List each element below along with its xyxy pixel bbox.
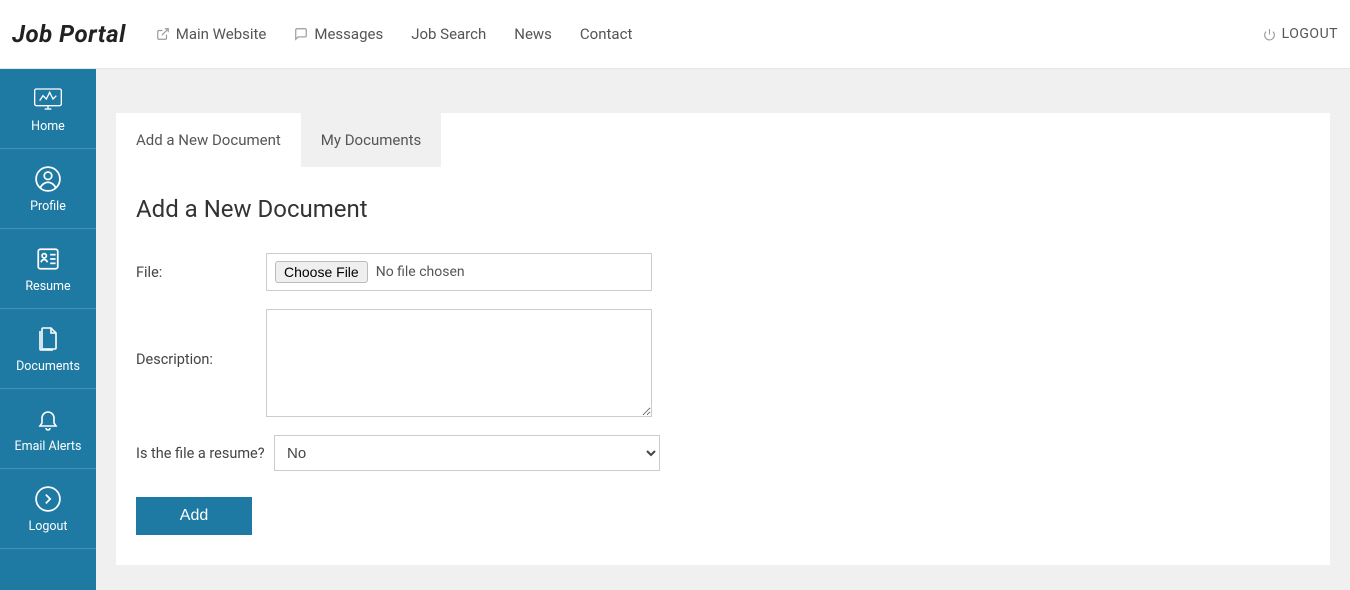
nav-label: Contact <box>580 25 632 43</box>
sidebar-item-label: Profile <box>4 199 92 214</box>
sidebar-item-label: Resume <box>4 279 92 294</box>
sidebar-item-logout[interactable]: Logout <box>0 469 96 549</box>
nav-main-website[interactable]: Main Website <box>156 25 267 43</box>
resume-label: Is the file a resume? <box>136 445 266 462</box>
description-label: Description: <box>136 309 266 368</box>
chat-icon <box>294 27 308 41</box>
nav-job-search[interactable]: Job Search <box>411 25 486 43</box>
bell-icon <box>4 405 92 433</box>
sidebar-item-label: Logout <box>4 519 92 534</box>
nav-label: Messages <box>314 25 383 43</box>
sidebar-item-label: Home <box>4 119 92 134</box>
nav-messages[interactable]: Messages <box>294 25 383 43</box>
logo[interactable]: Job Portal <box>12 20 126 48</box>
tab-add-document[interactable]: Add a New Document <box>116 113 301 167</box>
add-button[interactable]: Add <box>136 497 252 535</box>
nav-contact[interactable]: Contact <box>580 25 632 43</box>
file-input[interactable]: Choose File No file chosen <box>266 253 652 291</box>
resume-select[interactable]: No Yes <box>274 435 660 471</box>
power-icon <box>1263 28 1276 41</box>
logout-label: LOGOUT <box>1282 26 1338 42</box>
nav-label: Main Website <box>176 25 267 43</box>
page-title: Add a New Document <box>136 195 1310 223</box>
sidebar-item-label: Documents <box>4 359 92 374</box>
nav-news[interactable]: News <box>514 25 552 43</box>
profile-icon <box>4 165 92 193</box>
content-area: Add a New Document My Documents Add a Ne… <box>96 69 1350 590</box>
logout-icon <box>4 485 92 513</box>
top-nav: Main Website Messages Job Search News Co… <box>156 25 633 43</box>
external-link-icon <box>156 27 170 41</box>
tabs: Add a New Document My Documents <box>116 113 1330 167</box>
sidebar: Home Profile Resume Documents Email Aler… <box>0 69 96 590</box>
sidebar-item-resume[interactable]: Resume <box>0 229 96 309</box>
tab-my-documents[interactable]: My Documents <box>301 113 441 167</box>
description-textarea[interactable] <box>266 309 652 417</box>
sidebar-item-documents[interactable]: Documents <box>0 309 96 389</box>
nav-label: News <box>514 25 552 43</box>
file-label: File: <box>136 264 266 281</box>
logout-link-top[interactable]: LOGOUT <box>1263 26 1338 42</box>
home-icon <box>4 85 92 113</box>
choose-file-button[interactable]: Choose File <box>275 261 368 283</box>
sidebar-item-home[interactable]: Home <box>0 69 96 149</box>
documents-icon <box>4 325 92 353</box>
nav-label: Job Search <box>411 25 486 43</box>
sidebar-item-email-alerts[interactable]: Email Alerts <box>0 389 96 469</box>
sidebar-item-label: Email Alerts <box>4 439 92 454</box>
card: Add a New Document My Documents Add a Ne… <box>116 113 1330 565</box>
resume-icon <box>4 245 92 273</box>
sidebar-item-profile[interactable]: Profile <box>0 149 96 229</box>
file-status-text: No file chosen <box>376 264 465 280</box>
